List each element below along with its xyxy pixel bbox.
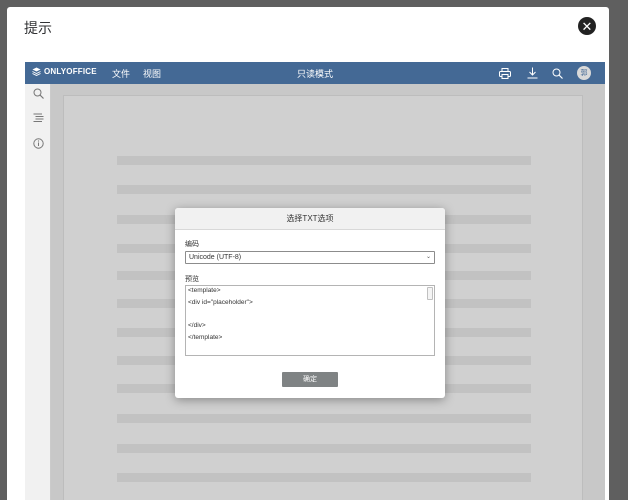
- preview-label: 预览: [185, 276, 199, 283]
- preview-area[interactable]: <template> <div id="placeholder"> </div>…: [185, 285, 435, 356]
- encoding-select[interactable]: Unicode (UTF-8) ⌄: [185, 251, 435, 264]
- close-icon: ✕: [581, 18, 593, 34]
- preview-line: <template>: [188, 287, 221, 294]
- download-icon[interactable]: [525, 66, 539, 80]
- dialog-title: 提示: [24, 20, 52, 36]
- preview-scrollbar[interactable]: [427, 287, 433, 300]
- placeholder-line: [117, 156, 531, 165]
- left-panel: [25, 84, 51, 500]
- dialog-header: 选择TXT选项: [175, 208, 445, 230]
- user-avatar[interactable]: 郭: [577, 66, 591, 80]
- navigation-icon[interactable]: [31, 111, 45, 125]
- encoding-label: 编码: [185, 241, 199, 248]
- print-icon[interactable]: [498, 66, 512, 80]
- search-icon[interactable]: [550, 66, 564, 80]
- placeholder-line: [117, 414, 531, 423]
- ok-button[interactable]: 确定: [282, 372, 338, 387]
- encoding-value: Unicode (UTF-8): [189, 254, 242, 261]
- close-button[interactable]: ✕: [578, 17, 596, 35]
- search-icon[interactable]: [31, 86, 45, 100]
- read-only-mode-label: 只读模式: [296, 69, 333, 79]
- txt-options-dialog: 选择TXT选项 编码 Unicode (UTF-8) ⌄ 预览 <templat…: [175, 208, 445, 398]
- placeholder-line: [117, 185, 531, 194]
- chevron-down-icon: ⌄: [425, 254, 431, 260]
- preview-line: </template>: [188, 334, 223, 341]
- placeholder-line: [117, 444, 531, 453]
- editor-toolbar: ONLYOFFICE 文件 视图 只读模式 郭: [25, 62, 605, 84]
- preview-line: <div id="placeholder">: [188, 299, 253, 306]
- info-icon[interactable]: [31, 136, 45, 150]
- preview-line: </div>: [188, 322, 206, 329]
- placeholder-line: [117, 473, 531, 482]
